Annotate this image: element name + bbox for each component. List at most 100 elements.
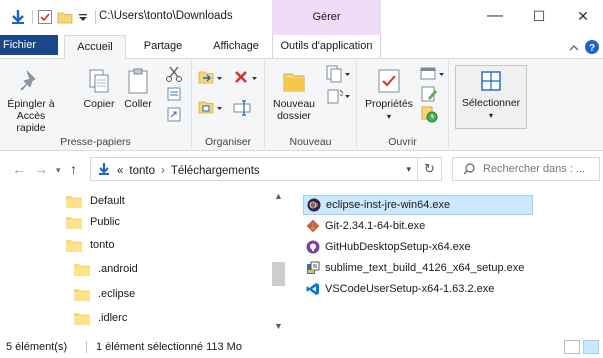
paste-button[interactable]: Coller bbox=[120, 67, 156, 110]
scroll-up-icon[interactable]: ▲ bbox=[270, 191, 287, 201]
refresh-icon: ↻ bbox=[424, 161, 435, 176]
select-button[interactable]: Sélectionner ▾ bbox=[455, 65, 527, 129]
address-dropdown-icon[interactable]: ▾ bbox=[406, 164, 411, 175]
address-bar[interactable]: « tonto › Téléchargements ▾ bbox=[90, 157, 418, 181]
copy-to-icon[interactable] bbox=[198, 99, 224, 117]
copy-button[interactable]: Copier bbox=[80, 67, 118, 110]
search-box[interactable]: Rechercher dans : ... bbox=[452, 157, 600, 181]
rename-icon[interactable] bbox=[232, 99, 256, 117]
select-dropdown-icon: ▾ bbox=[488, 111, 493, 120]
delete-icon[interactable] bbox=[232, 69, 260, 87]
file-name: Git-2.34.1-64-bit.exe bbox=[325, 220, 426, 232]
close-button[interactable]: ✕ bbox=[561, 0, 603, 32]
tree-item-tonto[interactable]: tonto bbox=[66, 235, 114, 255]
github-desktop-icon bbox=[306, 240, 320, 254]
details-view-icon[interactable] bbox=[564, 340, 580, 354]
manage-context-label: Gérer bbox=[272, 0, 381, 35]
breadcrumb-separator-icon: › bbox=[160, 164, 165, 177]
tree-item-label: Default bbox=[90, 195, 125, 207]
folder-icon bbox=[66, 195, 82, 208]
file-name: sublime_text_build_4126_x64_setup.exe bbox=[325, 262, 525, 274]
new-folder-label-line1: Nouveau bbox=[272, 98, 316, 110]
history-icon[interactable] bbox=[419, 105, 441, 123]
pin-label-line1: Épingler à bbox=[7, 98, 55, 110]
tab-application-tools[interactable]: Outils d'application bbox=[272, 35, 381, 59]
manage-label: Gérer bbox=[312, 11, 341, 23]
properties-check-icon[interactable] bbox=[37, 9, 53, 25]
list-item[interactable]: eclipse-inst-jre-win64.exe bbox=[303, 195, 533, 215]
ribbon-help-area: ? bbox=[569, 40, 599, 57]
group-organize-label: Organiser bbox=[204, 136, 252, 148]
down-arrow-icon[interactable] bbox=[10, 9, 26, 25]
back-arrow-icon[interactable]: ← bbox=[12, 161, 26, 177]
copy-path-icon[interactable] bbox=[164, 85, 186, 103]
new-item-icon[interactable] bbox=[323, 65, 353, 83]
tab-file[interactable]: Fichier bbox=[0, 35, 58, 55]
vscode-icon bbox=[306, 282, 320, 296]
group-new: Nouveau dossier Nouveau bbox=[265, 59, 357, 151]
recent-dropdown-icon[interactable]: ▾ bbox=[56, 165, 61, 176]
tree-item-label: Public bbox=[90, 216, 120, 228]
large-icons-view-icon[interactable] bbox=[583, 340, 599, 354]
tree-item-eclipse[interactable]: .eclipse bbox=[74, 284, 135, 304]
group-clipboard: Épingler à Accès rapide Copier Coller Pr… bbox=[0, 59, 192, 151]
easy-access-icon[interactable] bbox=[323, 87, 353, 105]
folder-icon bbox=[74, 312, 90, 325]
breadcrumb-item-tonto[interactable]: tonto bbox=[129, 165, 155, 177]
help-icon[interactable]: ? bbox=[585, 40, 599, 57]
folder-icon bbox=[74, 288, 90, 301]
paste-label: Coller bbox=[124, 98, 152, 110]
item-count: 5 élément(s) bbox=[6, 341, 68, 353]
chevron-up-icon[interactable] bbox=[569, 43, 579, 55]
folder-icon bbox=[66, 216, 82, 229]
tab-home[interactable]: Accueil bbox=[64, 35, 126, 60]
tree-item-idlerc[interactable]: .idlerc bbox=[74, 308, 127, 328]
scroll-thumb[interactable] bbox=[272, 262, 285, 286]
refresh-button[interactable]: ↻ bbox=[418, 157, 442, 181]
folder-icon[interactable] bbox=[57, 9, 73, 25]
list-item[interactable]: VSCodeUserSetup-x64-1.63.2.exe bbox=[303, 279, 494, 299]
up-arrow-icon[interactable]: ↑ bbox=[70, 161, 77, 177]
folder-icon bbox=[74, 263, 90, 276]
folder-icon bbox=[66, 239, 82, 252]
select-grid-icon bbox=[481, 71, 501, 91]
list-item[interactable]: Git-2.34.1-64-bit.exe bbox=[303, 216, 425, 236]
tab-share[interactable]: Partage bbox=[130, 35, 196, 59]
breadcrumb-overflow[interactable]: « bbox=[117, 165, 123, 177]
list-item[interactable]: sublime_text_build_4126_x64_setup.exe bbox=[303, 258, 524, 278]
tree-item-label: .eclipse bbox=[98, 288, 136, 300]
git-icon bbox=[306, 219, 320, 233]
properties-label: Propriétés bbox=[365, 98, 413, 110]
search-placeholder: Rechercher dans : ... bbox=[483, 163, 586, 175]
tab-view[interactable]: Affichage bbox=[200, 35, 272, 59]
list-item[interactable]: GitHubDesktopSetup-x64.exe bbox=[303, 237, 471, 257]
breadcrumb-item-downloads[interactable]: Téléchargements bbox=[171, 165, 260, 177]
status-separator bbox=[86, 341, 87, 353]
eclipse-icon bbox=[307, 198, 321, 212]
search-icon bbox=[463, 163, 475, 178]
tree-item-label: .idlerc bbox=[98, 312, 128, 324]
customize-qa-icon[interactable] bbox=[77, 9, 89, 25]
nav-scrollbar[interactable]: ▲ ▼ bbox=[270, 187, 287, 337]
paste-shortcut-icon[interactable] bbox=[164, 105, 186, 123]
maximize-button[interactable]: ☐ bbox=[517, 0, 561, 32]
scroll-down-icon[interactable]: ▼ bbox=[270, 321, 287, 331]
selection-info: 1 élément sélectionné 113 Mo bbox=[96, 341, 242, 353]
navigation-pane: Default Public tonto .android .eclipse .… bbox=[0, 187, 287, 337]
new-folder-button[interactable]: Nouveau dossier bbox=[271, 67, 317, 122]
tree-item-public[interactable]: Public bbox=[66, 212, 120, 232]
copy-label: Copier bbox=[83, 98, 115, 110]
new-folder-label-line2: dossier bbox=[277, 110, 311, 122]
open-icon[interactable] bbox=[419, 65, 447, 83]
minimize-button[interactable]: — bbox=[473, 0, 517, 32]
group-select: Sélectionner ▾ bbox=[449, 59, 531, 151]
tree-item-default[interactable]: Default bbox=[66, 191, 125, 211]
edit-icon[interactable] bbox=[419, 85, 441, 103]
pin-quick-access-button[interactable]: Épingler à Accès rapide bbox=[4, 67, 58, 134]
cut-icon[interactable] bbox=[164, 65, 186, 83]
view-toggle bbox=[564, 340, 599, 354]
move-to-icon[interactable] bbox=[198, 69, 224, 87]
tree-item-android[interactable]: .android bbox=[74, 259, 138, 279]
forward-arrow-icon[interactable]: → bbox=[34, 161, 48, 177]
properties-button[interactable]: Propriétés ▾ bbox=[361, 67, 417, 123]
